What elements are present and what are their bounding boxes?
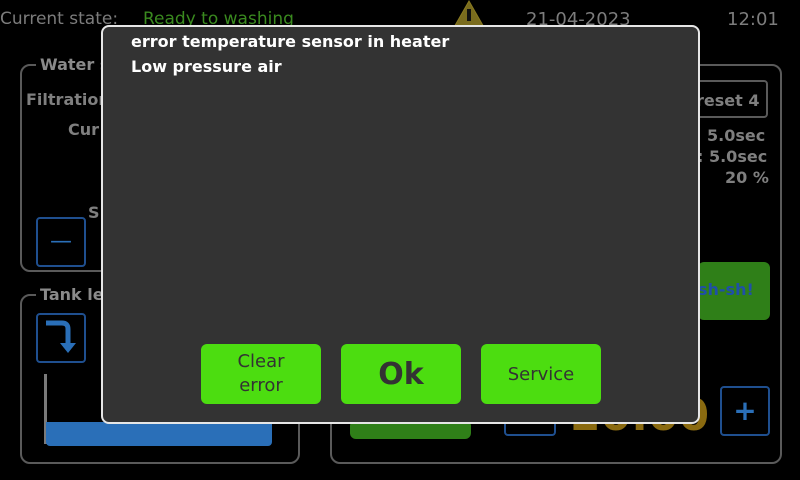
drain-button[interactable]	[36, 313, 86, 363]
tank-panel-title: Tank le	[36, 285, 108, 304]
ok-label: Ok	[378, 356, 424, 392]
current-label: Cur	[68, 120, 100, 139]
clear-error-label: Clear error	[237, 351, 285, 396]
service-label: Service	[507, 363, 575, 385]
drain-arrow-icon	[46, 320, 76, 353]
value-1: 5.0sec	[707, 126, 766, 145]
error-message-2: Low pressure air	[131, 57, 282, 76]
value-3: 20 %	[725, 168, 769, 187]
set-label: S	[88, 203, 100, 222]
preset-button[interactable]: reset 4	[690, 80, 768, 118]
current-state-label: Current state:	[0, 9, 119, 29]
service-button[interactable]: Service	[481, 344, 601, 404]
filtration-label: Filtration	[26, 90, 110, 109]
decrease-button-left[interactable]: —	[36, 217, 86, 267]
time-display: 12:01	[727, 9, 779, 30]
increase-button[interactable]: +	[720, 386, 770, 436]
clear-error-button[interactable]: Clear error	[201, 344, 321, 404]
error-dialog: error temperature sensor in heater Low p…	[101, 25, 700, 424]
flush-button[interactable]: sh-sh!	[698, 262, 770, 320]
value-2: : 5.0sec	[697, 147, 768, 166]
tank-water	[46, 422, 272, 446]
error-message-1: error temperature sensor in heater	[131, 32, 450, 51]
ok-button[interactable]: Ok	[341, 344, 461, 404]
